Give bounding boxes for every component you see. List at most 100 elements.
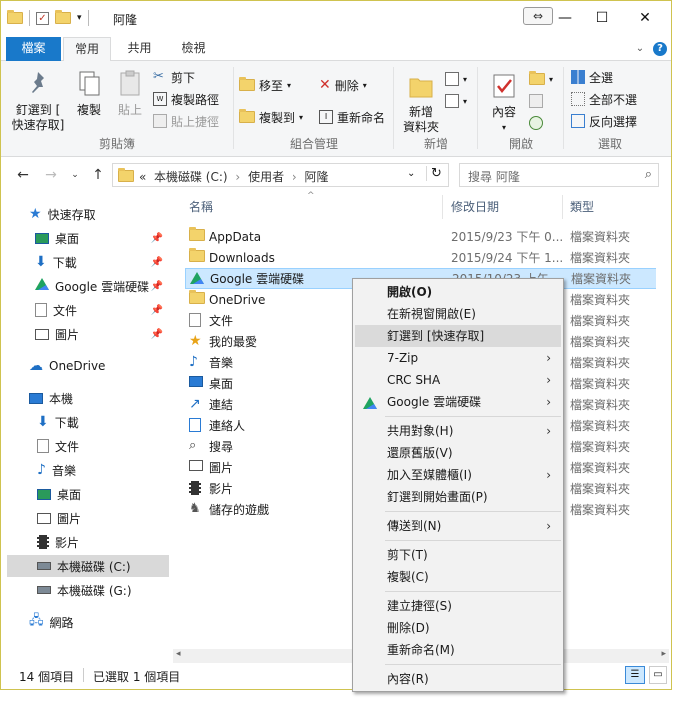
search-input[interactable]: 搜尋 阿隆 ⌕ bbox=[459, 163, 659, 187]
pin-icon[interactable]: 📌 bbox=[151, 281, 163, 292]
pin-icon[interactable]: 📌 bbox=[151, 257, 163, 268]
copy-button[interactable]: 複製 bbox=[71, 69, 107, 118]
up-arrow-icon[interactable]: ↑ bbox=[88, 166, 108, 184]
close-button[interactable]: ✕ bbox=[627, 7, 663, 29]
menu-open-new-window[interactable]: 在新視窗開啟(E) bbox=[355, 303, 561, 325]
menu-rename[interactable]: 重新命名(M) bbox=[355, 639, 561, 661]
address-box[interactable]: « 本機磁碟 (C:) › 使用者 › 阿隆 ⌄ ↻ bbox=[112, 163, 449, 187]
back-arrow-icon[interactable]: ← bbox=[13, 166, 33, 184]
nav-pc-desktop[interactable]: 桌面 bbox=[37, 483, 81, 505]
new-item-button[interactable]: ▾ bbox=[445, 69, 467, 89]
nav-item-label: 下載 bbox=[52, 255, 77, 270]
column-type[interactable]: 類型 bbox=[570, 193, 594, 221]
forward-arrow-icon[interactable]: → bbox=[41, 166, 61, 184]
pin-quick-access-button[interactable]: 釘選到 [ 快速存取] bbox=[7, 69, 69, 133]
nav-pc-videos[interactable]: 影片 bbox=[37, 531, 79, 553]
nav-quick-documents[interactable]: 文件 📌 bbox=[35, 299, 167, 321]
nav-quick-access[interactable]: ★ 快速存取 bbox=[29, 203, 96, 225]
menu-pin-start[interactable]: 釘選到開始畫面(P) bbox=[355, 486, 561, 508]
nav-pc-downloads[interactable]: ⬇ 下載 bbox=[37, 411, 79, 433]
properties-button[interactable]: 內容 ▾ bbox=[485, 71, 523, 135]
pin-icon[interactable]: 📌 bbox=[151, 329, 163, 340]
collapse-ribbon-icon[interactable]: ⌄ bbox=[633, 42, 647, 56]
invert-selection-icon bbox=[571, 114, 585, 128]
select-all-button[interactable]: 全選 bbox=[571, 67, 613, 87]
copy-to-button[interactable]: 複製到 ▾ bbox=[239, 107, 303, 127]
move-to-button[interactable]: 移至 ▾ bbox=[239, 75, 291, 95]
nav-pc-pictures[interactable]: 圖片 bbox=[37, 507, 81, 529]
rename-button[interactable]: I 重新命名 bbox=[319, 107, 385, 127]
menu-include-library[interactable]: 加入至媒體櫃(I) › bbox=[355, 464, 561, 486]
select-none-button[interactable]: 全部不選 bbox=[571, 89, 637, 109]
menu-pin-quick-access[interactable]: 釘選到 [快速存取] bbox=[355, 325, 561, 347]
menu-properties[interactable]: 內容(R) bbox=[355, 668, 561, 690]
breadcrumb-users[interactable]: 使用者 bbox=[248, 170, 284, 184]
tab-share[interactable]: 共用 bbox=[117, 37, 162, 61]
nav-this-pc[interactable]: 本機 bbox=[29, 387, 73, 409]
menu-open[interactable]: 開啟(O) bbox=[355, 281, 561, 303]
tab-home[interactable]: 常用 bbox=[63, 37, 111, 62]
details-view-icon[interactable]: ☰ bbox=[625, 666, 645, 684]
vertical-scrollbar[interactable] bbox=[656, 193, 671, 663]
menu-cut[interactable]: 剪下(T) bbox=[355, 544, 561, 566]
delete-button[interactable]: ✕ 刪除 ▾ bbox=[319, 75, 367, 95]
help-icon[interactable]: ? bbox=[653, 42, 667, 56]
column-date[interactable]: 修改日期 bbox=[451, 193, 499, 221]
dropdown-icon: ▾ bbox=[463, 74, 468, 84]
nav-quick-downloads[interactable]: ⬇ 下載 📌 bbox=[35, 251, 167, 273]
recent-dropdown-icon[interactable]: ⌄ bbox=[65, 166, 85, 184]
nav-drive-g[interactable]: 本機磁碟 (G:) bbox=[37, 579, 132, 601]
submenu-arrow-icon: › bbox=[546, 373, 551, 387]
pin-icon[interactable]: 📌 bbox=[151, 233, 163, 244]
menu-copy[interactable]: 複製(C) bbox=[355, 566, 561, 588]
breadcrumb-alon[interactable]: 阿隆 bbox=[305, 170, 329, 184]
new-folder-button[interactable]: 新增 資料夾 bbox=[399, 71, 443, 135]
tab-file[interactable]: 檔案 bbox=[6, 37, 61, 61]
menu-share-with[interactable]: 共用對象(H) › bbox=[355, 420, 561, 442]
scroll-right-icon[interactable]: ▸ bbox=[661, 649, 666, 659]
nav-drive-c[interactable]: 本機磁碟 (C:) bbox=[7, 555, 169, 577]
nav-pc-documents[interactable]: 文件 bbox=[37, 435, 79, 457]
maximize-button[interactable]: ☐ bbox=[584, 7, 620, 29]
menu-delete[interactable]: 刪除(D) bbox=[355, 617, 561, 639]
new-folder-icon[interactable] bbox=[55, 10, 71, 24]
menu-7zip[interactable]: 7-Zip › bbox=[355, 347, 561, 369]
nav-quick-pictures[interactable]: 圖片 📌 bbox=[35, 323, 167, 345]
menu-restore-versions[interactable]: 還原舊版(V) bbox=[355, 442, 561, 464]
paste-shortcut-button[interactable]: 貼上捷徑 bbox=[153, 111, 219, 131]
menu-google-drive[interactable]: Google 雲端硬碟 › bbox=[355, 391, 561, 413]
easy-access-button[interactable]: ▾ bbox=[445, 91, 467, 111]
paste-button[interactable]: 貼上 bbox=[111, 69, 149, 118]
delete-x-icon: ✕ bbox=[319, 77, 331, 93]
menu-create-shortcut[interactable]: 建立捷徑(S) bbox=[355, 595, 561, 617]
copy-path-button[interactable]: W 複製路徑 bbox=[153, 89, 219, 109]
scroll-left-icon[interactable]: ◂ bbox=[176, 649, 181, 659]
column-name[interactable]: 名稱 bbox=[189, 193, 213, 221]
properties-check-icon[interactable]: ✓ bbox=[36, 11, 49, 25]
menu-crc-sha[interactable]: CRC SHA › bbox=[355, 369, 561, 391]
address-dropdown-icon[interactable]: ⌄ bbox=[407, 168, 415, 179]
minimize-button[interactable]: — bbox=[547, 7, 583, 29]
history-button[interactable] bbox=[529, 113, 543, 133]
nav-quick-google-drive[interactable]: Google 雲端硬碟 📌 bbox=[35, 275, 167, 297]
large-icons-view-icon[interactable]: ▭ bbox=[649, 666, 667, 684]
nav-quick-desktop[interactable]: 桌面 📌 bbox=[35, 227, 167, 249]
cut-button[interactable]: ✂ 剪下 bbox=[153, 67, 195, 87]
pin-icon[interactable]: 📌 bbox=[151, 305, 163, 316]
nav-network[interactable]: 🖧 網路 bbox=[29, 611, 74, 633]
menu-send-to[interactable]: 傳送到(N) › bbox=[355, 515, 561, 537]
nav-onedrive[interactable]: ☁ OneDrive bbox=[29, 355, 105, 377]
edit-button[interactable] bbox=[529, 91, 543, 111]
file-name: 連結 bbox=[209, 398, 234, 412]
breadcrumb-drive-c[interactable]: 本機磁碟 (C:) bbox=[154, 170, 228, 184]
table-row[interactable]: Downloads 2015/9/24 下午 1... 檔案資料夾 bbox=[185, 247, 671, 268]
table-row[interactable]: AppData 2015/9/23 下午 0... 檔案資料夾 bbox=[185, 226, 671, 247]
navigation-pane: ★ 快速存取 桌面 📌 ⬇ 下載 📌 Google 雲端硬碟 📌 文件 📌 圖片… bbox=[1, 193, 171, 659]
qat-dropdown-icon[interactable]: ▾ bbox=[77, 13, 82, 23]
open-button[interactable]: ▾ bbox=[529, 69, 553, 89]
refresh-icon[interactable]: ↻ bbox=[426, 166, 442, 181]
invert-selection-button[interactable]: 反向選擇 bbox=[571, 111, 637, 131]
breadcrumb-overflow[interactable]: « bbox=[139, 170, 146, 184]
tab-view[interactable]: 檢視 bbox=[171, 37, 216, 61]
nav-pc-music[interactable]: ♪ 音樂 bbox=[37, 459, 76, 481]
